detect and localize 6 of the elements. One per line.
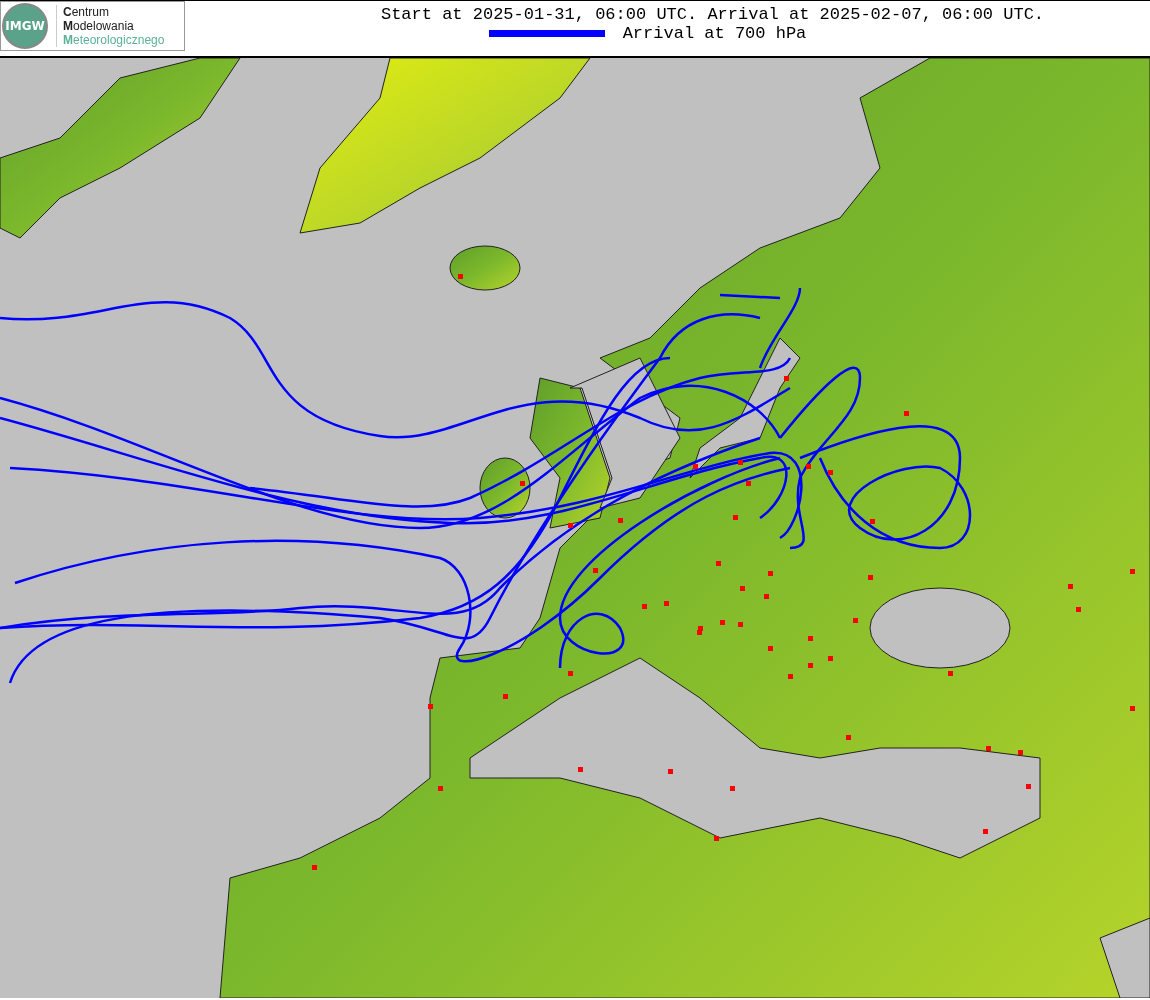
organization-name-line: Meteorologicznego <box>63 33 165 47</box>
map-title: Start at 2025-01-31, 06:00 UTC. Arrival at 2025-02-07, 06:00 UTC. <box>380 5 1045 24</box>
organization-name-line: Modelowania <box>63 19 135 33</box>
emblem-text: IMGW <box>5 19 45 33</box>
organization-name-line: Centrum <box>63 5 111 19</box>
legend-label: Arrival at 700 hPa <box>622 24 807 43</box>
